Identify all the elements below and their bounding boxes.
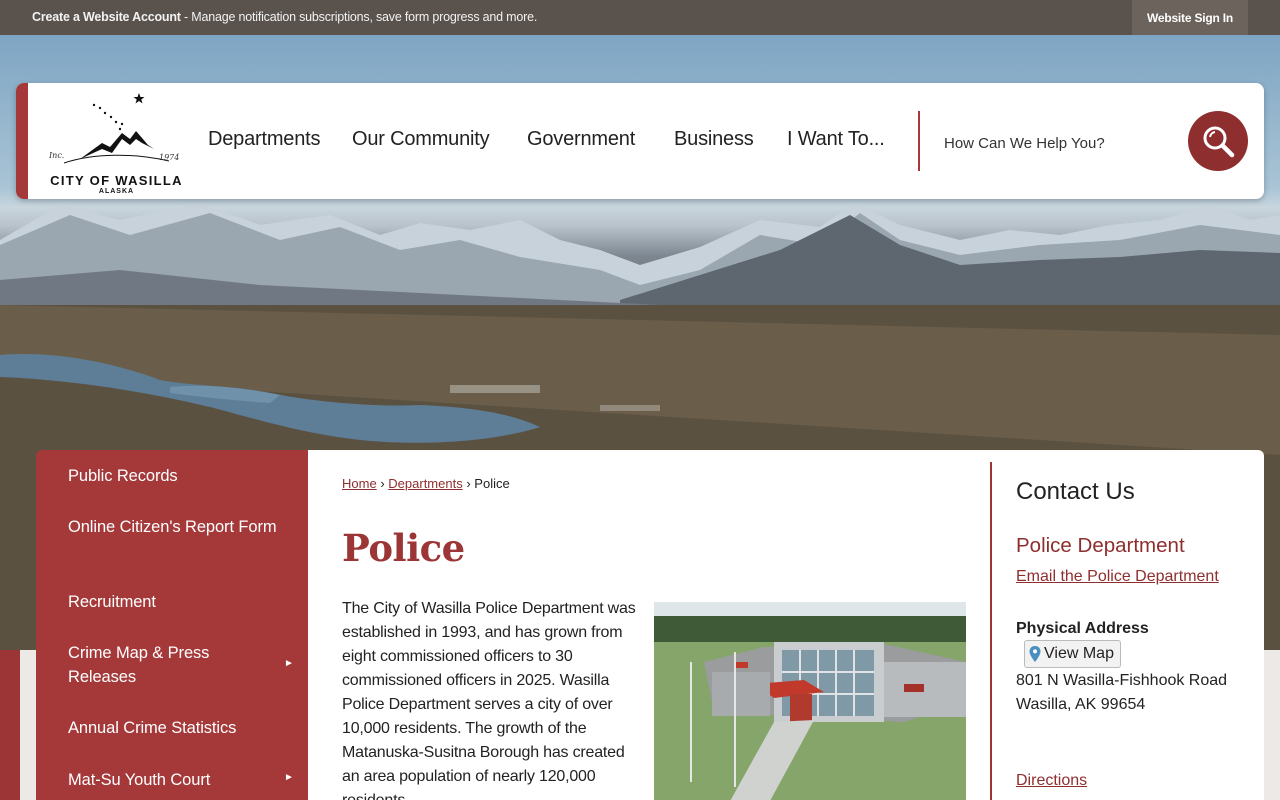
nav-government[interactable]: Government [527, 128, 635, 151]
nav-i-want-to[interactable]: I Want To... [787, 128, 885, 151]
content-divider [990, 462, 992, 800]
breadcrumb-departments-link[interactable]: Departments [388, 476, 462, 491]
side-menu: Public Records Online Citizen's Report F… [36, 450, 308, 800]
address-line-2: Wasilla, AK 99654 [1016, 696, 1146, 713]
top-utility-bar: Create a Website Account - Manage notifi… [0, 0, 1280, 35]
sidemenu-item-citizens-report[interactable]: Online Citizen's Report Form [68, 515, 278, 539]
email-link[interactable]: Email the Police Department [1016, 568, 1219, 586]
search-button[interactable] [1188, 111, 1248, 171]
breadcrumb-current: Police [474, 476, 510, 491]
physical-address-label: Physical Address [1016, 620, 1149, 637]
contact-department: Police Department [1016, 534, 1185, 557]
logo-state-text: ALASKA [98, 188, 135, 195]
building-image [654, 602, 966, 800]
sidemenu-item-crime-map[interactable]: Crime Map & Press Releases [68, 641, 278, 689]
account-message[interactable]: Create a Website Account - Manage notifi… [32, 10, 537, 24]
header-accent-stripe [16, 83, 28, 199]
breadcrumb-home-link[interactable]: Home [342, 476, 377, 491]
nav-departments[interactable]: Departments [208, 128, 320, 151]
logo-year-text: 1974 [159, 153, 180, 162]
view-map-button[interactable]: View Map [1024, 640, 1121, 668]
breadcrumb-separator: › [380, 476, 385, 491]
submenu-arrow-icon[interactable]: ► [284, 772, 294, 783]
address-line-1: 801 N Wasilla-Fishhook Road [1016, 672, 1228, 689]
account-description: - Manage notification subscriptions, sav… [180, 10, 538, 24]
nav-business[interactable]: Business [674, 128, 754, 151]
search-icon [1203, 126, 1235, 158]
breadcrumb: Home › Departments › Police [342, 476, 510, 491]
city-logo[interactable]: Inc. 1974 CITY OF WASILLA ALASKA [44, 91, 189, 195]
contact-heading: Contact Us [1016, 478, 1135, 505]
nav-our-community[interactable]: Our Community [352, 128, 490, 151]
site-header: Inc. 1974 CITY OF WASILLA ALASKA Departm… [16, 83, 1264, 199]
breadcrumb-separator: › [466, 476, 471, 491]
search-input[interactable] [944, 133, 1174, 153]
sidemenu-item-public-records[interactable]: Public Records [68, 464, 278, 488]
intro-paragraph: The City of Wasilla Police Department wa… [342, 600, 636, 800]
submenu-arrow-icon[interactable]: ► [284, 658, 294, 669]
left-accent-strip [0, 650, 20, 800]
police-building-photo [654, 602, 966, 800]
sign-in-button[interactable]: Website Sign In [1132, 0, 1248, 35]
logo-inc-text: Inc. [49, 151, 65, 160]
page-title: Police [342, 526, 465, 570]
sidemenu-item-recruitment[interactable]: Recruitment [68, 590, 278, 614]
directions-link[interactable]: Directions [1016, 772, 1087, 790]
create-account-link[interactable]: Create a Website Account [32, 10, 181, 24]
logo-city-text: CITY OF WASILLA [50, 173, 183, 188]
main-content: Home › Departments › Police Police The C… [308, 450, 1264, 800]
header-divider [918, 111, 920, 171]
view-map-label: View Map [1044, 645, 1114, 662]
sidemenu-item-crime-statistics[interactable]: Annual Crime Statistics [68, 716, 278, 740]
sidemenu-item-youth-court[interactable]: Mat-Su Youth Court [68, 768, 278, 792]
map-pin-icon [1029, 646, 1041, 662]
